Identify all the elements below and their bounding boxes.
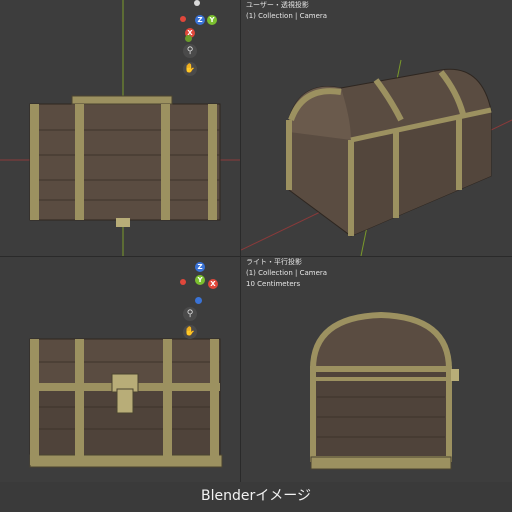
axis-gizmo-bottom[interactable]: Z Y X ⚲ ✋ xyxy=(180,257,240,339)
collection-label: (1) Collection | Camera xyxy=(246,12,328,20)
axis-gizmo-top[interactable]: Y Z X ⚲ ✋ xyxy=(180,0,240,80)
hand-icon: ✋ xyxy=(184,64,196,74)
gizmo-neg-x-dot xyxy=(180,16,186,22)
zoom-button[interactable]: ⚲ xyxy=(183,307,197,321)
side-view-scene xyxy=(310,311,459,470)
magnifier-icon: ⚲ xyxy=(186,309,194,319)
gizmo-neg-z-dot xyxy=(195,297,202,304)
collection-label: (1) Collection | Camera xyxy=(246,269,328,277)
gizmo-y-neg-dot xyxy=(185,35,192,42)
viewport-top-left[interactable]: Y Z X ⚲ ✋ xyxy=(0,0,240,256)
scale-label: 10 Centimeters xyxy=(246,280,301,288)
gizmo-z-axis[interactable]: Z xyxy=(195,262,205,272)
viewport-bottom-left[interactable]: Z Y X ⚲ ✋ xyxy=(0,257,240,482)
view-name: ライト・平行投影 xyxy=(246,258,302,266)
chest-side-view xyxy=(310,311,459,470)
gizmo-y-axis[interactable]: Y xyxy=(207,15,217,25)
horizontal-divider[interactable] xyxy=(0,256,512,257)
magnifier-icon: ⚲ xyxy=(186,46,194,56)
viewport-bottom-right[interactable]: ライト・平行投影 (1) Collection | Camera 10 Cent… xyxy=(241,257,512,482)
image-caption: Blenderイメージ xyxy=(0,482,512,512)
gizmo-z-axis[interactable]: Z xyxy=(195,15,205,25)
chest-front-view xyxy=(29,338,223,468)
viewport-info: ユーザー・透視投影 (1) Collection | Camera xyxy=(246,0,327,22)
vertical-divider[interactable] xyxy=(240,0,241,482)
chest-perspective xyxy=(286,68,492,237)
gizmo-neg-x-dot xyxy=(180,279,186,285)
viewport-info: ライト・平行投影 (1) Collection | Camera 10 Cent… xyxy=(246,257,327,290)
view-name: ユーザー・透視投影 xyxy=(246,1,309,9)
viewport-top-right[interactable]: ユーザー・透視投影 (1) Collection | Camera xyxy=(241,0,512,256)
hand-icon: ✋ xyxy=(184,327,196,337)
pan-button[interactable]: ✋ xyxy=(183,325,197,339)
gizmo-y-axis[interactable]: Y xyxy=(195,275,205,285)
gizmo-x-axis[interactable]: X xyxy=(208,279,218,289)
pan-button[interactable]: ✋ xyxy=(183,62,197,76)
chest-top-view xyxy=(29,95,221,227)
gizmo-neg-dot xyxy=(194,0,200,6)
perspective-scene xyxy=(241,59,512,256)
zoom-button[interactable]: ⚲ xyxy=(183,44,197,58)
